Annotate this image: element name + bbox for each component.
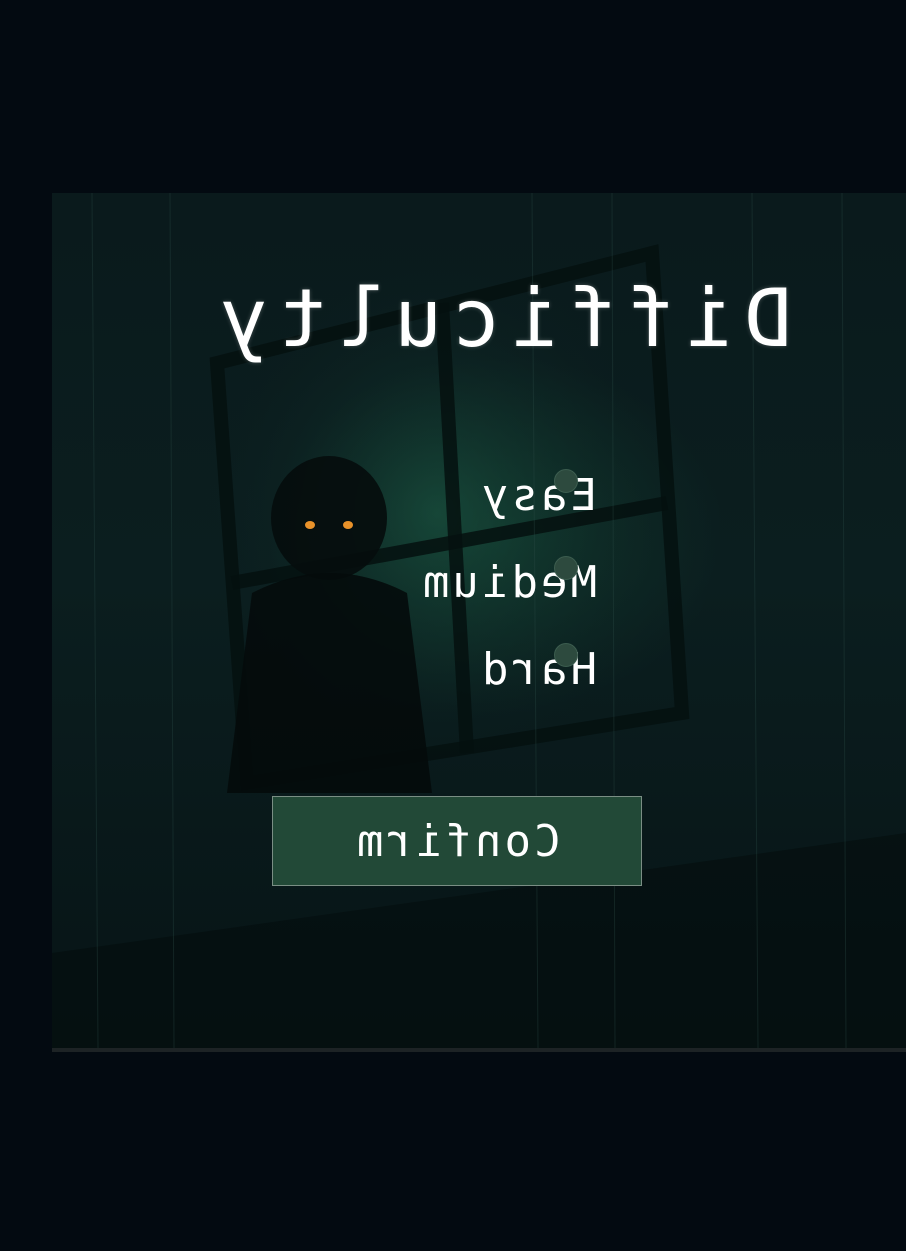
option-easy-radio[interactable] <box>554 469 578 493</box>
option-medium-radio[interactable] <box>554 556 578 580</box>
confirm-button[interactable]: Confirm <box>272 796 642 886</box>
option-easy[interactable]: Easy <box>52 463 597 550</box>
option-easy-label: Easy <box>479 470 597 521</box>
confirm-button-label: Confirm <box>353 815 561 867</box>
difficulty-options: Easy Medium Hard <box>52 463 597 724</box>
option-medium[interactable]: Medium <box>52 550 597 637</box>
panel-bottom-edge <box>52 1048 906 1052</box>
difficulty-screen: Difficulty Easy Medium Hard Confirm <box>0 0 906 1251</box>
option-hard-label: Hard <box>479 644 597 695</box>
title-text: Difficulty <box>210 272 792 365</box>
game-panel: Difficulty Easy Medium Hard Confirm <box>52 193 906 1048</box>
option-hard-radio[interactable] <box>554 643 578 667</box>
difficulty-title: Difficulty <box>52 272 792 365</box>
option-hard[interactable]: Hard <box>52 637 597 724</box>
